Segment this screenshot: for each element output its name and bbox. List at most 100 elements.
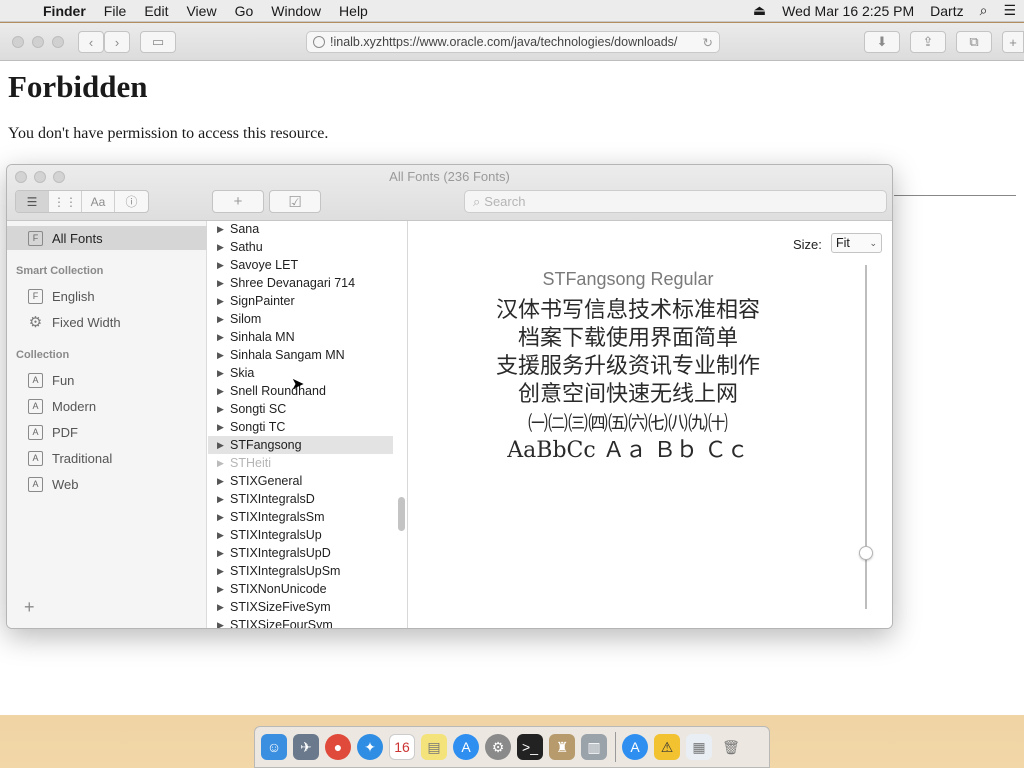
- sidebar-item-modern[interactable]: A Modern: [7, 394, 207, 418]
- font-list-scrollbar[interactable]: [398, 497, 405, 531]
- info-icon[interactable]: ⓘ: [115, 191, 148, 212]
- disclosure-triangle-icon[interactable]: ▶: [217, 602, 226, 613]
- sidebar-item-pdf[interactable]: A PDF: [7, 420, 207, 444]
- font-search-field[interactable]: ⌕ Search: [464, 190, 887, 213]
- menu-file[interactable]: File: [95, 3, 136, 19]
- disclosure-triangle-icon[interactable]: ▶: [217, 458, 226, 469]
- list-item[interactable]: ▶ Sana: [208, 221, 393, 238]
- menu-go[interactable]: Go: [226, 3, 263, 19]
- script-editor-icon[interactable]: ♜: [549, 734, 575, 760]
- menu-user[interactable]: Dartz: [922, 3, 971, 19]
- validate-font-button[interactable]: ☑: [269, 190, 321, 213]
- list-item[interactable]: ▶ Savoye LET: [208, 256, 393, 274]
- list-item[interactable]: ▶ STIXNonUnicode: [208, 580, 393, 598]
- menu-app-name[interactable]: Finder: [34, 3, 95, 19]
- spotlight-search-icon[interactable]: ⌕: [972, 2, 996, 19]
- sidebar-item-traditional[interactable]: A Traditional: [7, 446, 207, 470]
- list-item[interactable]: ▶ Silom: [208, 310, 393, 328]
- disclosure-triangle-icon[interactable]: ▶: [217, 242, 226, 253]
- disclosure-triangle-icon[interactable]: ▶: [217, 314, 226, 325]
- disclosure-triangle-icon[interactable]: ▶: [217, 620, 226, 629]
- sample-view-icon[interactable]: Aa: [82, 191, 115, 212]
- disclosure-triangle-icon[interactable]: ▶: [217, 476, 226, 487]
- warning-app-icon[interactable]: ⚠: [654, 734, 680, 760]
- grid-view-icon[interactable]: ⋮⋮: [49, 191, 82, 212]
- disclosure-triangle-icon[interactable]: ▶: [217, 278, 226, 289]
- window-close-button[interactable]: [12, 36, 24, 48]
- list-item[interactable]: ▶ STHeiti: [208, 454, 393, 472]
- disclosure-triangle-icon[interactable]: ▶: [217, 260, 226, 271]
- menu-edit[interactable]: Edit: [135, 3, 177, 19]
- sidebar-item-web[interactable]: A Web: [7, 472, 207, 496]
- list-item[interactable]: ▶ Shree Devanagari 714: [208, 274, 393, 292]
- sidebar-toggle-button[interactable]: ▭: [140, 31, 176, 53]
- disclosure-triangle-icon[interactable]: ▶: [217, 368, 226, 379]
- share-button[interactable]: ⇪: [910, 31, 946, 53]
- downloads-button[interactable]: ⬇: [864, 31, 900, 53]
- disclosure-triangle-icon[interactable]: ▶: [217, 332, 226, 343]
- sidebar-item-fixed-width[interactable]: ⚙ Fixed Width: [7, 310, 207, 334]
- list-item[interactable]: ▶ STIXIntegralsUp: [208, 526, 393, 544]
- list-item[interactable]: ▶ STIXSizeFourSym: [208, 616, 393, 629]
- forward-button[interactable]: ›: [104, 31, 130, 53]
- trash-icon[interactable]: 🗑: [718, 734, 744, 760]
- launchpad-icon[interactable]: ✈: [293, 734, 319, 760]
- add-font-button[interactable]: +: [212, 190, 264, 213]
- eject-icon[interactable]: ⏏: [745, 2, 774, 19]
- archive-utility-icon[interactable]: ▥: [581, 734, 607, 760]
- size-select[interactable]: Fit ⌄: [831, 233, 882, 253]
- sidebar-item-all-fonts[interactable]: F All Fonts: [7, 226, 207, 250]
- chrome-icon[interactable]: ●: [325, 734, 351, 760]
- terminal-icon[interactable]: >_: [517, 734, 543, 760]
- list-item[interactable]: ▶ SignPainter: [208, 292, 393, 310]
- list-item[interactable]: ▶ Sinhala MN: [208, 328, 393, 346]
- list-item[interactable]: ▶ STIXIntegralsUpSm: [208, 562, 393, 580]
- disclosure-triangle-icon[interactable]: ▶: [217, 350, 226, 361]
- disclosure-triangle-icon[interactable]: ▶: [217, 440, 226, 451]
- disclosure-triangle-icon[interactable]: ▶: [217, 404, 226, 415]
- sidebar-item-fun[interactable]: A Fun: [7, 368, 207, 392]
- disclosure-triangle-icon[interactable]: ▶: [217, 512, 226, 523]
- list-item[interactable]: ▶ Sathu: [208, 238, 393, 256]
- menu-view[interactable]: View: [177, 3, 225, 19]
- disclosure-triangle-icon[interactable]: ▶: [217, 530, 226, 541]
- disclosure-triangle-icon[interactable]: ▶: [217, 422, 226, 433]
- window-minimize-button[interactable]: [32, 36, 44, 48]
- back-button[interactable]: ‹: [78, 31, 104, 53]
- list-view-icon[interactable]: ☰: [16, 191, 49, 212]
- sidebar-item-english[interactable]: F English: [7, 284, 207, 308]
- safari-icon[interactable]: ✦: [357, 734, 383, 760]
- menu-clock[interactable]: Wed Mar 16 2:25 PM: [774, 3, 922, 19]
- window-zoom-button[interactable]: [52, 36, 64, 48]
- disclosure-triangle-icon[interactable]: ▶: [217, 224, 226, 235]
- app-store-download-icon[interactable]: A: [622, 734, 648, 760]
- list-item[interactable]: ▶ STIXIntegralsD: [208, 490, 393, 508]
- menu-help[interactable]: Help: [330, 3, 377, 19]
- reload-icon[interactable]: ↻: [703, 35, 713, 50]
- list-item[interactable]: ▶ Sinhala Sangam MN: [208, 346, 393, 364]
- address-bar[interactable]: !inalb.xyzhttps://www.oracle.com/java/te…: [306, 31, 720, 53]
- notes-icon[interactable]: ▤: [421, 734, 447, 760]
- system-preferences-icon[interactable]: ⚙: [485, 734, 511, 760]
- app-store-icon[interactable]: A: [453, 734, 479, 760]
- new-tab-button[interactable]: +: [1002, 31, 1024, 53]
- list-item[interactable]: ▶ STIXIntegralsSm: [208, 508, 393, 526]
- list-item[interactable]: ▶ STIXGeneral: [208, 472, 393, 490]
- disclosure-triangle-icon[interactable]: ▶: [217, 584, 226, 595]
- add-collection-button[interactable]: +: [24, 597, 35, 618]
- finder-icon[interactable]: ☺: [261, 734, 287, 760]
- disclosure-triangle-icon[interactable]: ▶: [217, 548, 226, 559]
- disclosure-triangle-icon[interactable]: ▶: [217, 494, 226, 505]
- list-item[interactable]: ▶ STIXIntegralsUpD: [208, 544, 393, 562]
- menu-window[interactable]: Window: [262, 3, 330, 19]
- list-item-selected[interactable]: ▶ STFangsong: [208, 436, 393, 454]
- size-slider-knob[interactable]: [859, 546, 873, 560]
- calendar-icon[interactable]: 16: [389, 734, 415, 760]
- disclosure-triangle-icon[interactable]: ▶: [217, 566, 226, 577]
- notification-center-icon[interactable]: ☰: [995, 2, 1024, 19]
- list-item[interactable]: ▶ STIXSizeFiveSym: [208, 598, 393, 616]
- disclosure-triangle-icon[interactable]: ▶: [217, 296, 226, 307]
- downloads-stack-icon[interactable]: ▦: [686, 734, 712, 760]
- tabs-overview-button[interactable]: ⧉: [956, 31, 992, 53]
- list-item[interactable]: ▶ Songti SC: [208, 400, 393, 418]
